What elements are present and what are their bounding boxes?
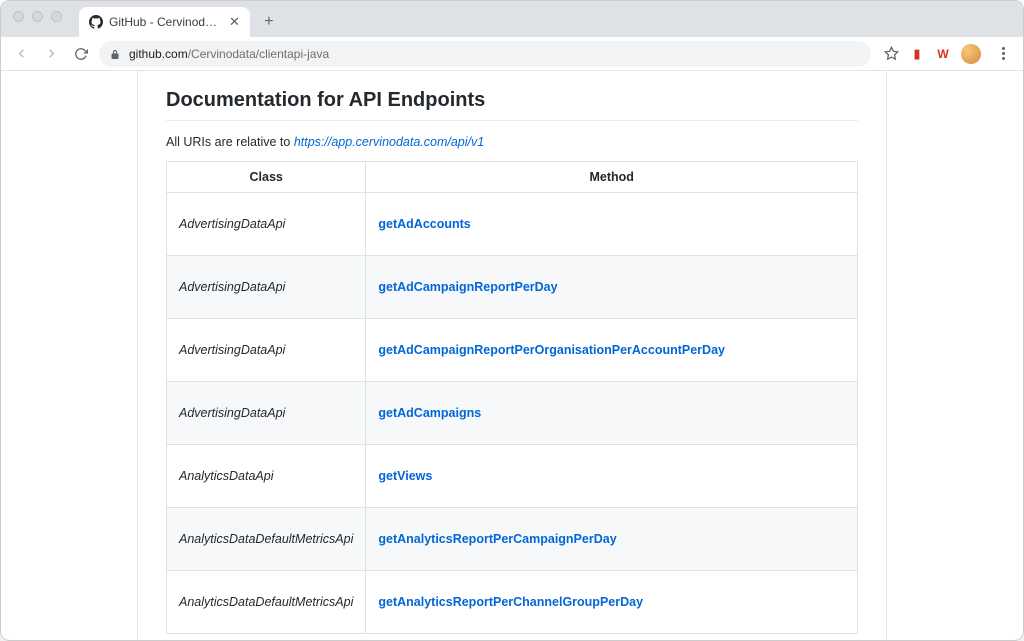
- api-method-link[interactable]: getAnalyticsReportPerChannelGroupPerDay: [378, 595, 643, 609]
- table-row: AdvertisingDataApi getAdCampaignReportPer…: [167, 256, 858, 319]
- api-method-cell: getAdCampaignReportPerOrganisationPerAcc…: [366, 319, 858, 382]
- api-method-link[interactable]: getAdCampaignReportPerOrganisationPerAcc…: [378, 343, 725, 357]
- table-header-method: Method: [366, 162, 858, 193]
- api-method-cell: getAdCampaignReportPerDay: [366, 256, 858, 319]
- api-method-link[interactable]: getAdCampaignReportPerDay: [378, 280, 557, 294]
- minimize-window-button[interactable]: [32, 11, 43, 22]
- api-method-link[interactable]: getViews: [378, 469, 432, 483]
- api-class-cell: AnalyticsDataDefaultMetricsApi: [167, 508, 366, 571]
- profile-avatar[interactable]: [961, 44, 981, 64]
- api-method-cell: getAdAccounts: [366, 193, 858, 256]
- lock-icon: [109, 48, 121, 60]
- close-window-button[interactable]: [13, 11, 24, 22]
- table-row: AnalyticsDataDefaultMetricsApi getAnalyti…: [167, 571, 858, 634]
- api-class-cell: AnalyticsDataApi: [167, 445, 366, 508]
- titlebar: GitHub - Cervinodata/clientapi-j… ✕ +: [1, 1, 1023, 37]
- table-row: AdvertisingDataApi getAdAccounts: [167, 193, 858, 256]
- api-class-cell: AdvertisingDataApi: [167, 256, 366, 319]
- forward-button[interactable]: [39, 42, 63, 66]
- browser-menu-button[interactable]: [991, 42, 1015, 66]
- toolbar: github.com/Cervinodata/clientapi-java ▮ …: [1, 37, 1023, 71]
- tab-strip: GitHub - Cervinodata/clientapi-j… ✕ +: [79, 1, 282, 37]
- intro-link[interactable]: https://app.cervinodata.com/api/v1: [294, 135, 484, 149]
- api-class-cell: AdvertisingDataApi: [167, 319, 366, 382]
- tab-close-icon[interactable]: ✕: [229, 14, 240, 30]
- api-class-cell: AdvertisingDataApi: [167, 382, 366, 445]
- api-method-link[interactable]: getAnalyticsReportPerCampaignPerDay: [378, 532, 616, 546]
- api-method-link[interactable]: getAdCampaigns: [378, 406, 481, 420]
- page-viewport[interactable]: Documentation for API Endpoints All URIs…: [1, 71, 1023, 640]
- extension-icon-1[interactable]: ▮: [909, 46, 925, 62]
- extension-icon-2[interactable]: W: [935, 46, 951, 62]
- api-class-cell: AnalyticsDataDefaultMetricsApi: [167, 571, 366, 634]
- page-title: Documentation for API Endpoints: [166, 89, 858, 121]
- api-method-cell: getViews: [366, 445, 858, 508]
- tab-title: GitHub - Cervinodata/clientapi-j…: [109, 15, 219, 29]
- url-host: github.com: [129, 47, 188, 61]
- intro-prefix: All URIs are relative to: [166, 135, 294, 149]
- table-row: AnalyticsDataDefaultMetricsApi getAnalyti…: [167, 508, 858, 571]
- api-method-cell: getAdCampaigns: [366, 382, 858, 445]
- url-path: /Cervinodata/clientapi-java: [188, 47, 329, 61]
- readme-container: Documentation for API Endpoints All URIs…: [137, 71, 887, 640]
- api-method-link[interactable]: getAdAccounts: [378, 217, 470, 231]
- browser-window: GitHub - Cervinodata/clientapi-j… ✕ + gi…: [0, 0, 1024, 641]
- api-method-cell: getAnalyticsReportPerCampaignPerDay: [366, 508, 858, 571]
- window-controls: [13, 11, 62, 22]
- star-icon[interactable]: [883, 46, 899, 62]
- intro-text: All URIs are relative to https://app.cer…: [166, 135, 858, 149]
- new-tab-button[interactable]: +: [256, 9, 282, 35]
- url-text: github.com/Cervinodata/clientapi-java: [129, 47, 329, 61]
- api-class-cell: AdvertisingDataApi: [167, 193, 366, 256]
- reload-button[interactable]: [69, 42, 93, 66]
- maximize-window-button[interactable]: [51, 11, 62, 22]
- github-favicon-icon: [89, 15, 103, 29]
- address-bar[interactable]: github.com/Cervinodata/clientapi-java: [99, 41, 871, 67]
- api-method-cell: getAnalyticsReportPerChannelGroupPerDay: [366, 571, 858, 634]
- table-header-class: Class: [167, 162, 366, 193]
- api-endpoints-table: Class Method AdvertisingDataApi getAdAcco…: [166, 161, 858, 634]
- browser-tab-active[interactable]: GitHub - Cervinodata/clientapi-j… ✕: [79, 7, 250, 37]
- table-row: AdvertisingDataApi getAdCampaignReportPer…: [167, 319, 858, 382]
- table-row: AnalyticsDataApi getViews: [167, 445, 858, 508]
- toolbar-right: ▮ W: [883, 42, 1015, 66]
- back-button[interactable]: [9, 42, 33, 66]
- table-row: AdvertisingDataApi getAdCampaigns: [167, 382, 858, 445]
